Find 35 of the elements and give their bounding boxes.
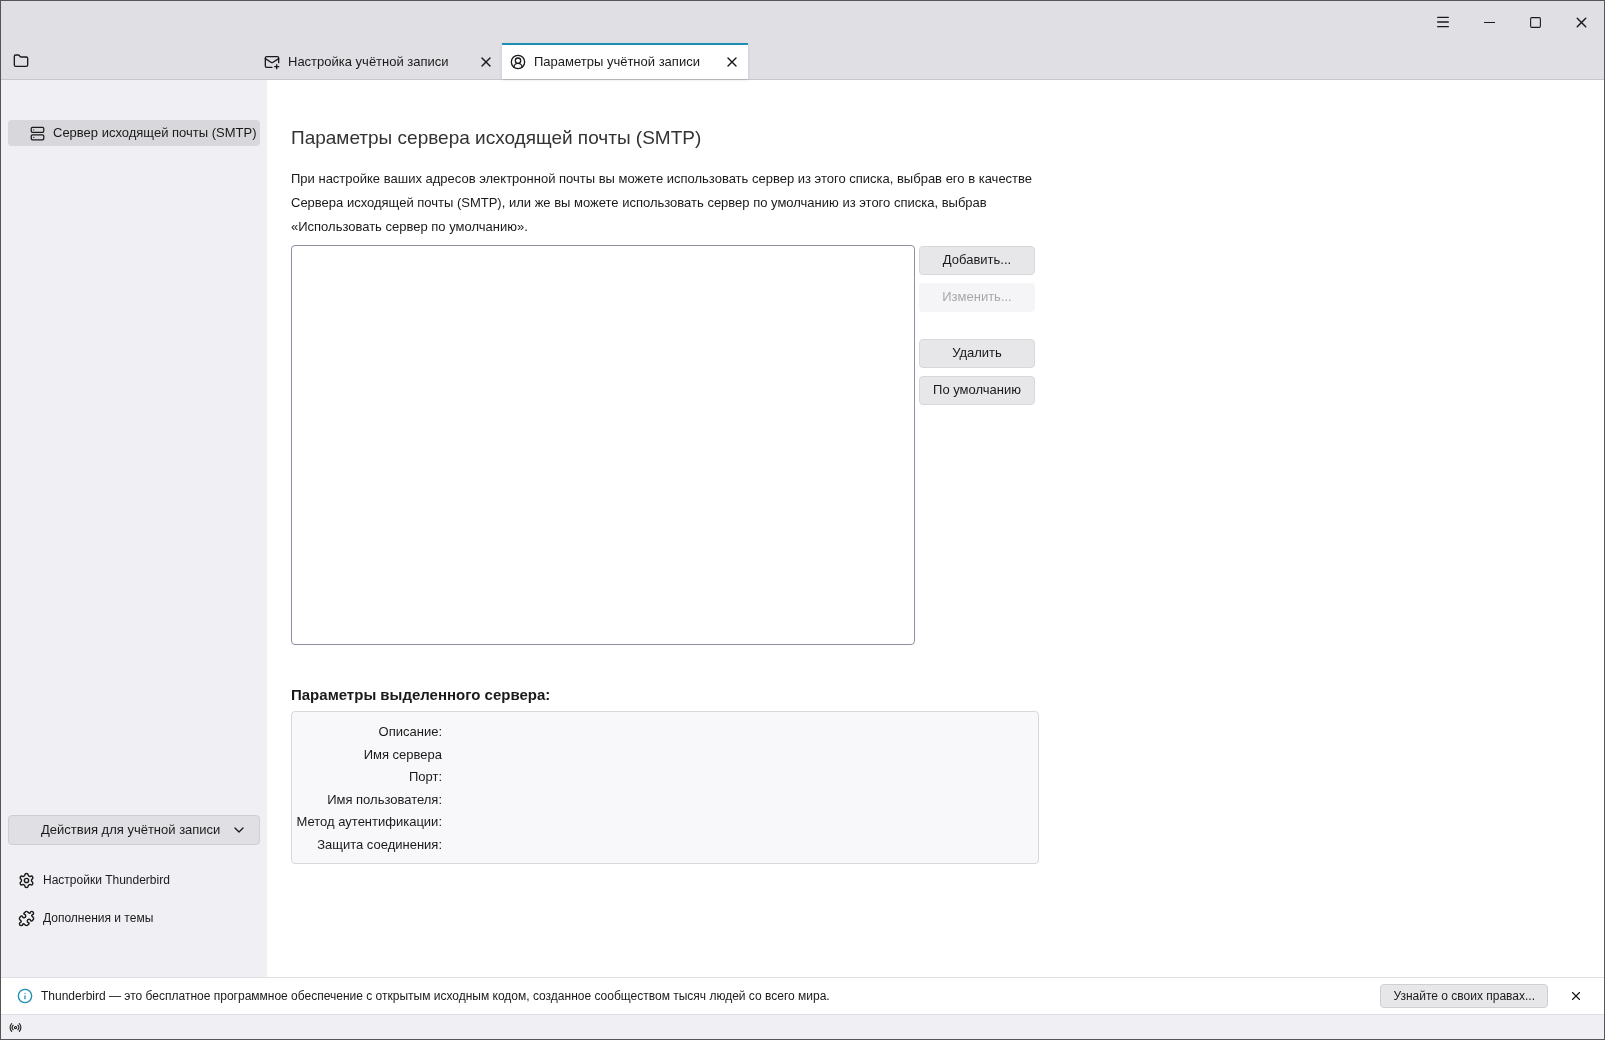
- menu-icon: [1435, 14, 1451, 30]
- minimize-icon: [1483, 21, 1495, 23]
- details-title: Параметры выделенного сервера:: [291, 684, 552, 705]
- detail-label: Метод аутентификации:: [295, 813, 442, 831]
- info-icon: [17, 988, 33, 1004]
- sidebar-item[interactable]: Сервер исходящей почты (SMTP): [8, 120, 260, 146]
- folder-icon: [13, 53, 29, 69]
- detail-label: Описание:: [377, 723, 442, 741]
- tab-label: Настройка учётной записи: [288, 53, 450, 72]
- close-icon: [1569, 989, 1583, 1003]
- description-text: При настройке ваших адресов электронной почты вы можете использовать сервер из этого списка, выбрав его в качестве Сервера исходящей почты (SMTP), или же вы можете использовать сервер по умолчанию из этого списка, выбрав «Использовать сервер по умолчанию».: [291, 169, 1034, 236]
- detail-label: Имя сервера: [362, 745, 442, 764]
- wireless-icon: [9, 1020, 22, 1034]
- action-button[interactable]: Удалить: [919, 338, 1035, 368]
- detail-label: Защита соединения:: [316, 835, 442, 854]
- user-icon: [510, 54, 526, 70]
- notification-text: Thunderbird — это бесплатное программное обеспечение с открытым исходным кодом, созданное сообществом тысяч людей со всего мира.: [41, 988, 831, 1005]
- sidebar-link[interactable]: Дополнения и темы: [18, 909, 260, 927]
- account-actions-dropdown[interactable]: Действия для учётной записи: [8, 815, 260, 845]
- rights-button[interactable]: Узнайте о своих правах...: [1380, 984, 1548, 1008]
- detail-label: Порт:: [407, 768, 442, 786]
- mail-plus-icon: [264, 54, 280, 70]
- action-button[interactable]: По умолчанию: [919, 375, 1035, 405]
- sidebar-item-label: Сервер исходящей почты (SMTP): [53, 124, 257, 143]
- server-icon: [30, 125, 45, 141]
- maximize-icon: [1528, 15, 1542, 29]
- detail-label: Имя пользователя:: [326, 790, 442, 809]
- puzzle-icon: [18, 909, 35, 927]
- tab[interactable]: Настройка учётной записи: [256, 43, 502, 79]
- tab-label: Параметры учётной записи: [534, 53, 701, 72]
- action-button[interactable]: Добавить...: [919, 245, 1035, 275]
- page-title: Параметры сервера исходящей почты (SMTP): [291, 126, 703, 150]
- tab[interactable]: Параметры учётной записи: [502, 43, 748, 79]
- settings-icon: [18, 871, 35, 889]
- sidebar-link[interactable]: Настройки Thunderbird: [18, 871, 260, 889]
